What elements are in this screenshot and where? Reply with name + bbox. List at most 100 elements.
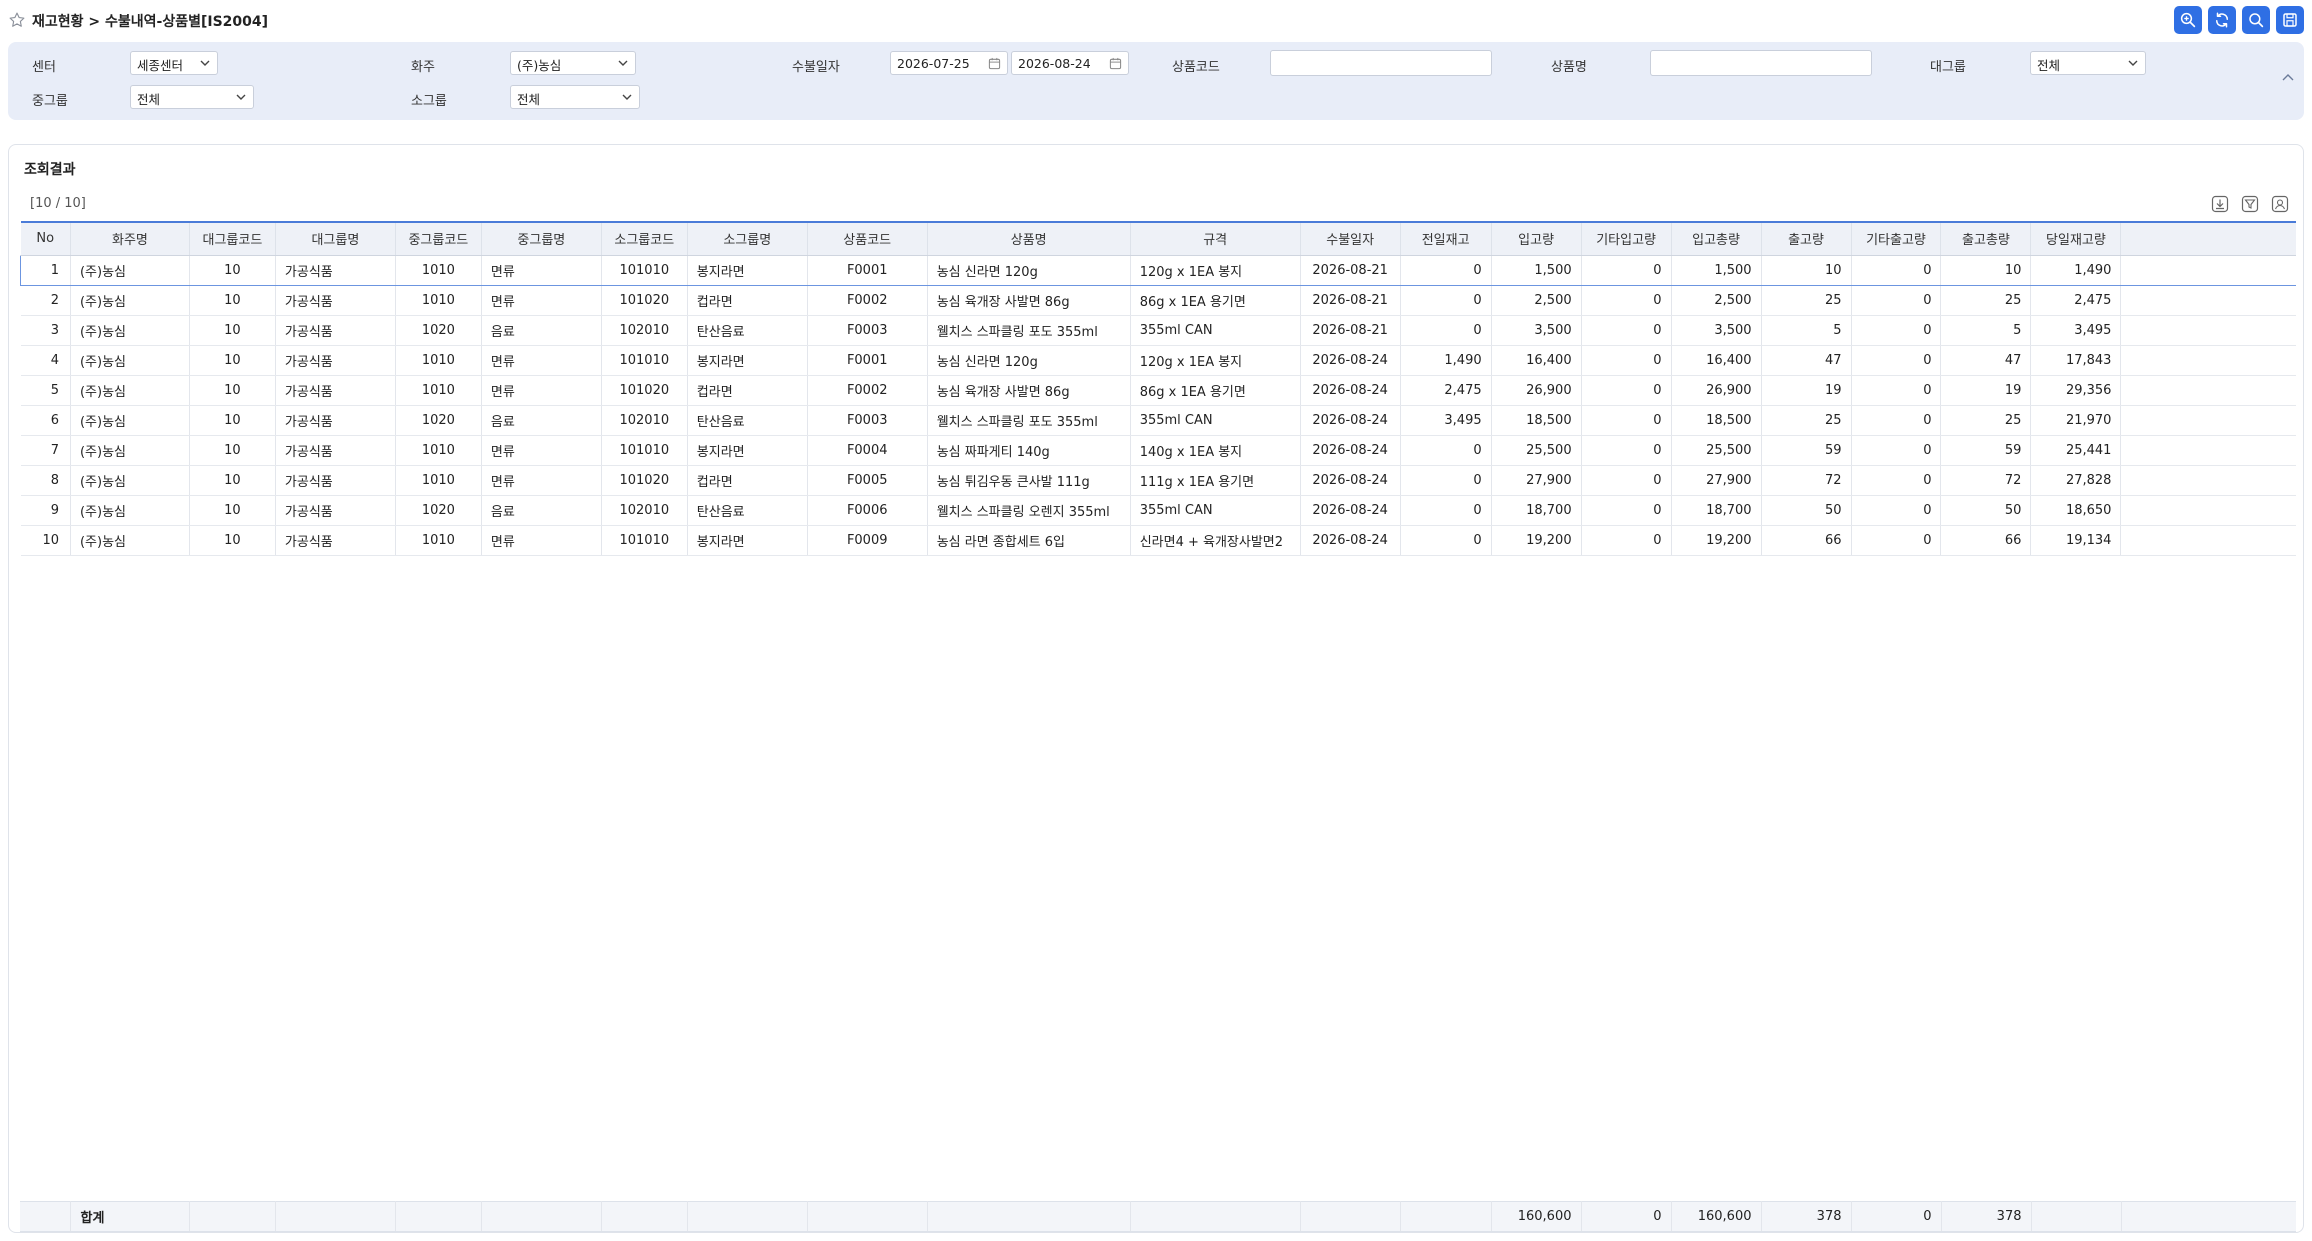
cell-large-group-name[interactable]: 가공식품 [275,345,396,376]
collapse-chevron-up-icon[interactable] [2280,70,2296,86]
cell-small-group-name[interactable]: 탄산음료 [687,405,808,436]
cell-prev-stock[interactable]: 0 [1400,525,1492,556]
table-row[interactable]: 5 (주)농심 10 가공식품 1010 면류 101020 컵라면 F0002 농심 육개장 사… [20,375,2296,406]
cell-mid-group-name[interactable]: 면류 [481,345,602,376]
cell-prev-stock[interactable]: 0 [1400,465,1492,496]
cell-out-total[interactable]: 59 [1940,435,2032,466]
cell-product-code[interactable]: F0005 [807,465,928,496]
cell-product-code[interactable]: F0006 [807,495,928,526]
cell-owner[interactable]: (주)농심 [70,495,190,526]
cell-mid-group-name[interactable]: 면류 [481,525,602,556]
cell-no[interactable]: 5 [20,375,71,406]
column-header[interactable]: 출고총량 [1940,221,2032,256]
cell-mid-group-code[interactable]: 1010 [395,254,482,286]
cell-prev-stock[interactable]: 0 [1400,285,1492,316]
cell-owner[interactable]: (주)농심 [70,285,190,316]
cell-today-stock[interactable]: 2,475 [2030,285,2122,316]
column-header[interactable]: 출고량 [1761,221,1852,256]
cell-today-stock[interactable]: 21,970 [2030,405,2122,436]
cell-in-qty[interactable]: 2,500 [1491,285,1582,316]
cell-out-total[interactable]: 72 [1940,465,2032,496]
cell-in-total[interactable]: 16,400 [1671,345,1762,376]
column-header[interactable]: 소그룹명 [687,221,808,256]
table-row[interactable]: 9 (주)농심 10 가공식품 1020 음료 102010 탄산음료 F0006 웰치스 스파클… [20,495,2296,526]
cell-out-qty[interactable]: 59 [1761,435,1852,466]
cell-spec[interactable]: 355ml CAN [1130,495,1301,526]
cell-no[interactable]: 4 [20,345,71,376]
small-group-select[interactable]: 전체 [510,85,640,109]
cell-date[interactable]: 2026-08-21 [1300,285,1401,316]
cell-in-qty[interactable]: 18,700 [1491,495,1582,526]
cell-owner[interactable]: (주)농심 [70,315,190,346]
cell-in-total[interactable]: 18,700 [1671,495,1762,526]
cell-large-group-code[interactable]: 10 [189,375,276,406]
cell-mid-group-code[interactable]: 1010 [395,465,482,496]
search-button[interactable] [2242,6,2270,34]
cell-no[interactable]: 7 [20,435,71,466]
cell-spec[interactable]: 86g x 1EA 용기면 [1130,375,1301,406]
cell-small-group-code[interactable]: 102010 [601,315,688,346]
cell-spec[interactable]: 355ml CAN [1130,315,1301,346]
cell-in-total[interactable]: 19,200 [1671,525,1762,556]
cell-owner[interactable]: (주)농심 [70,465,190,496]
cell-etc-out-qty[interactable]: 0 [1851,345,1942,376]
cell-date[interactable]: 2026-08-24 [1300,525,1401,556]
cell-small-group-code[interactable]: 101020 [601,375,688,406]
cell-large-group-name[interactable]: 가공식품 [275,465,396,496]
cell-out-total[interactable]: 47 [1940,345,2032,376]
table-row[interactable]: 8 (주)농심 10 가공식품 1010 면류 101020 컵라면 F0005 농심 튀김우동 … [20,465,2296,496]
cell-out-qty[interactable]: 66 [1761,525,1852,556]
cell-in-qty[interactable]: 25,500 [1491,435,1582,466]
cell-etc-out-qty[interactable]: 0 [1851,405,1942,436]
column-header[interactable]: 수불일자 [1300,221,1401,256]
cell-out-qty[interactable]: 25 [1761,405,1852,436]
cell-date[interactable]: 2026-08-21 [1300,315,1401,346]
cell-small-group-name[interactable]: 컵라면 [687,375,808,406]
column-header[interactable]: 전일재고 [1400,221,1492,256]
cell-product-name[interactable]: 농심 신라면 120g [927,345,1131,376]
column-header[interactable]: 상품코드 [807,221,928,256]
cell-product-name[interactable]: 웰치스 스파클링 오렌지 355ml [927,495,1131,526]
cell-small-group-name[interactable]: 컵라면 [687,285,808,316]
cell-small-group-code[interactable]: 101020 [601,285,688,316]
cell-mid-group-code[interactable]: 1010 [395,435,482,466]
cell-large-group-name[interactable]: 가공식품 [275,495,396,526]
cell-today-stock[interactable]: 29,356 [2030,375,2122,406]
cell-etc-in-qty[interactable]: 0 [1581,405,1672,436]
cell-out-qty[interactable]: 10 [1761,254,1852,286]
column-header[interactable]: 당일재고량 [2030,221,2122,256]
cell-small-group-code[interactable]: 101010 [601,435,688,466]
cell-prev-stock[interactable]: 0 [1400,435,1492,466]
table-row[interactable]: 6 (주)농심 10 가공식품 1020 음료 102010 탄산음료 F0003 웰치스 스파클… [20,405,2296,436]
cell-etc-out-qty[interactable]: 0 [1851,254,1942,286]
cell-large-group-code[interactable]: 10 [189,465,276,496]
cell-mid-group-name[interactable]: 면류 [481,435,602,466]
cell-product-name[interactable]: 웰치스 스파클링 포도 355ml [927,405,1131,436]
cell-large-group-code[interactable]: 10 [189,495,276,526]
column-header[interactable]: 규격 [1130,221,1301,256]
cell-product-name[interactable]: 농심 튀김우동 큰사발 111g [927,465,1131,496]
table-row[interactable]: 2 (주)농심 10 가공식품 1010 면류 101020 컵라면 F0002 농심 육개장 사… [20,285,2296,316]
cell-small-group-name[interactable]: 컵라면 [687,465,808,496]
cell-large-group-name[interactable]: 가공식품 [275,405,396,436]
cell-owner[interactable]: (주)농심 [70,405,190,436]
column-header[interactable]: No [20,221,71,256]
cell-product-name[interactable]: 농심 육개장 사발면 86g [927,375,1131,406]
cell-mid-group-name[interactable]: 음료 [481,405,602,436]
product-code-input[interactable] [1270,50,1492,76]
cell-large-group-code[interactable]: 10 [189,525,276,556]
cell-etc-in-qty[interactable]: 0 [1581,315,1672,346]
cell-in-total[interactable]: 2,500 [1671,285,1762,316]
cell-spec[interactable]: 신라면4 + 육개장사발면2 [1130,525,1301,556]
cell-prev-stock[interactable]: 1,490 [1400,345,1492,376]
cell-in-qty[interactable]: 3,500 [1491,315,1582,346]
cell-product-code[interactable]: F0002 [807,285,928,316]
cell-no[interactable]: 8 [20,465,71,496]
product-name-input[interactable] [1650,50,1872,76]
cell-in-total[interactable]: 3,500 [1671,315,1762,346]
cell-date[interactable]: 2026-08-24 [1300,345,1401,376]
center-select[interactable]: 세종센터 [130,51,218,75]
cell-out-total[interactable]: 10 [1940,254,2032,286]
mid-group-select[interactable]: 전체 [130,85,254,109]
cell-out-total[interactable]: 66 [1940,525,2032,556]
